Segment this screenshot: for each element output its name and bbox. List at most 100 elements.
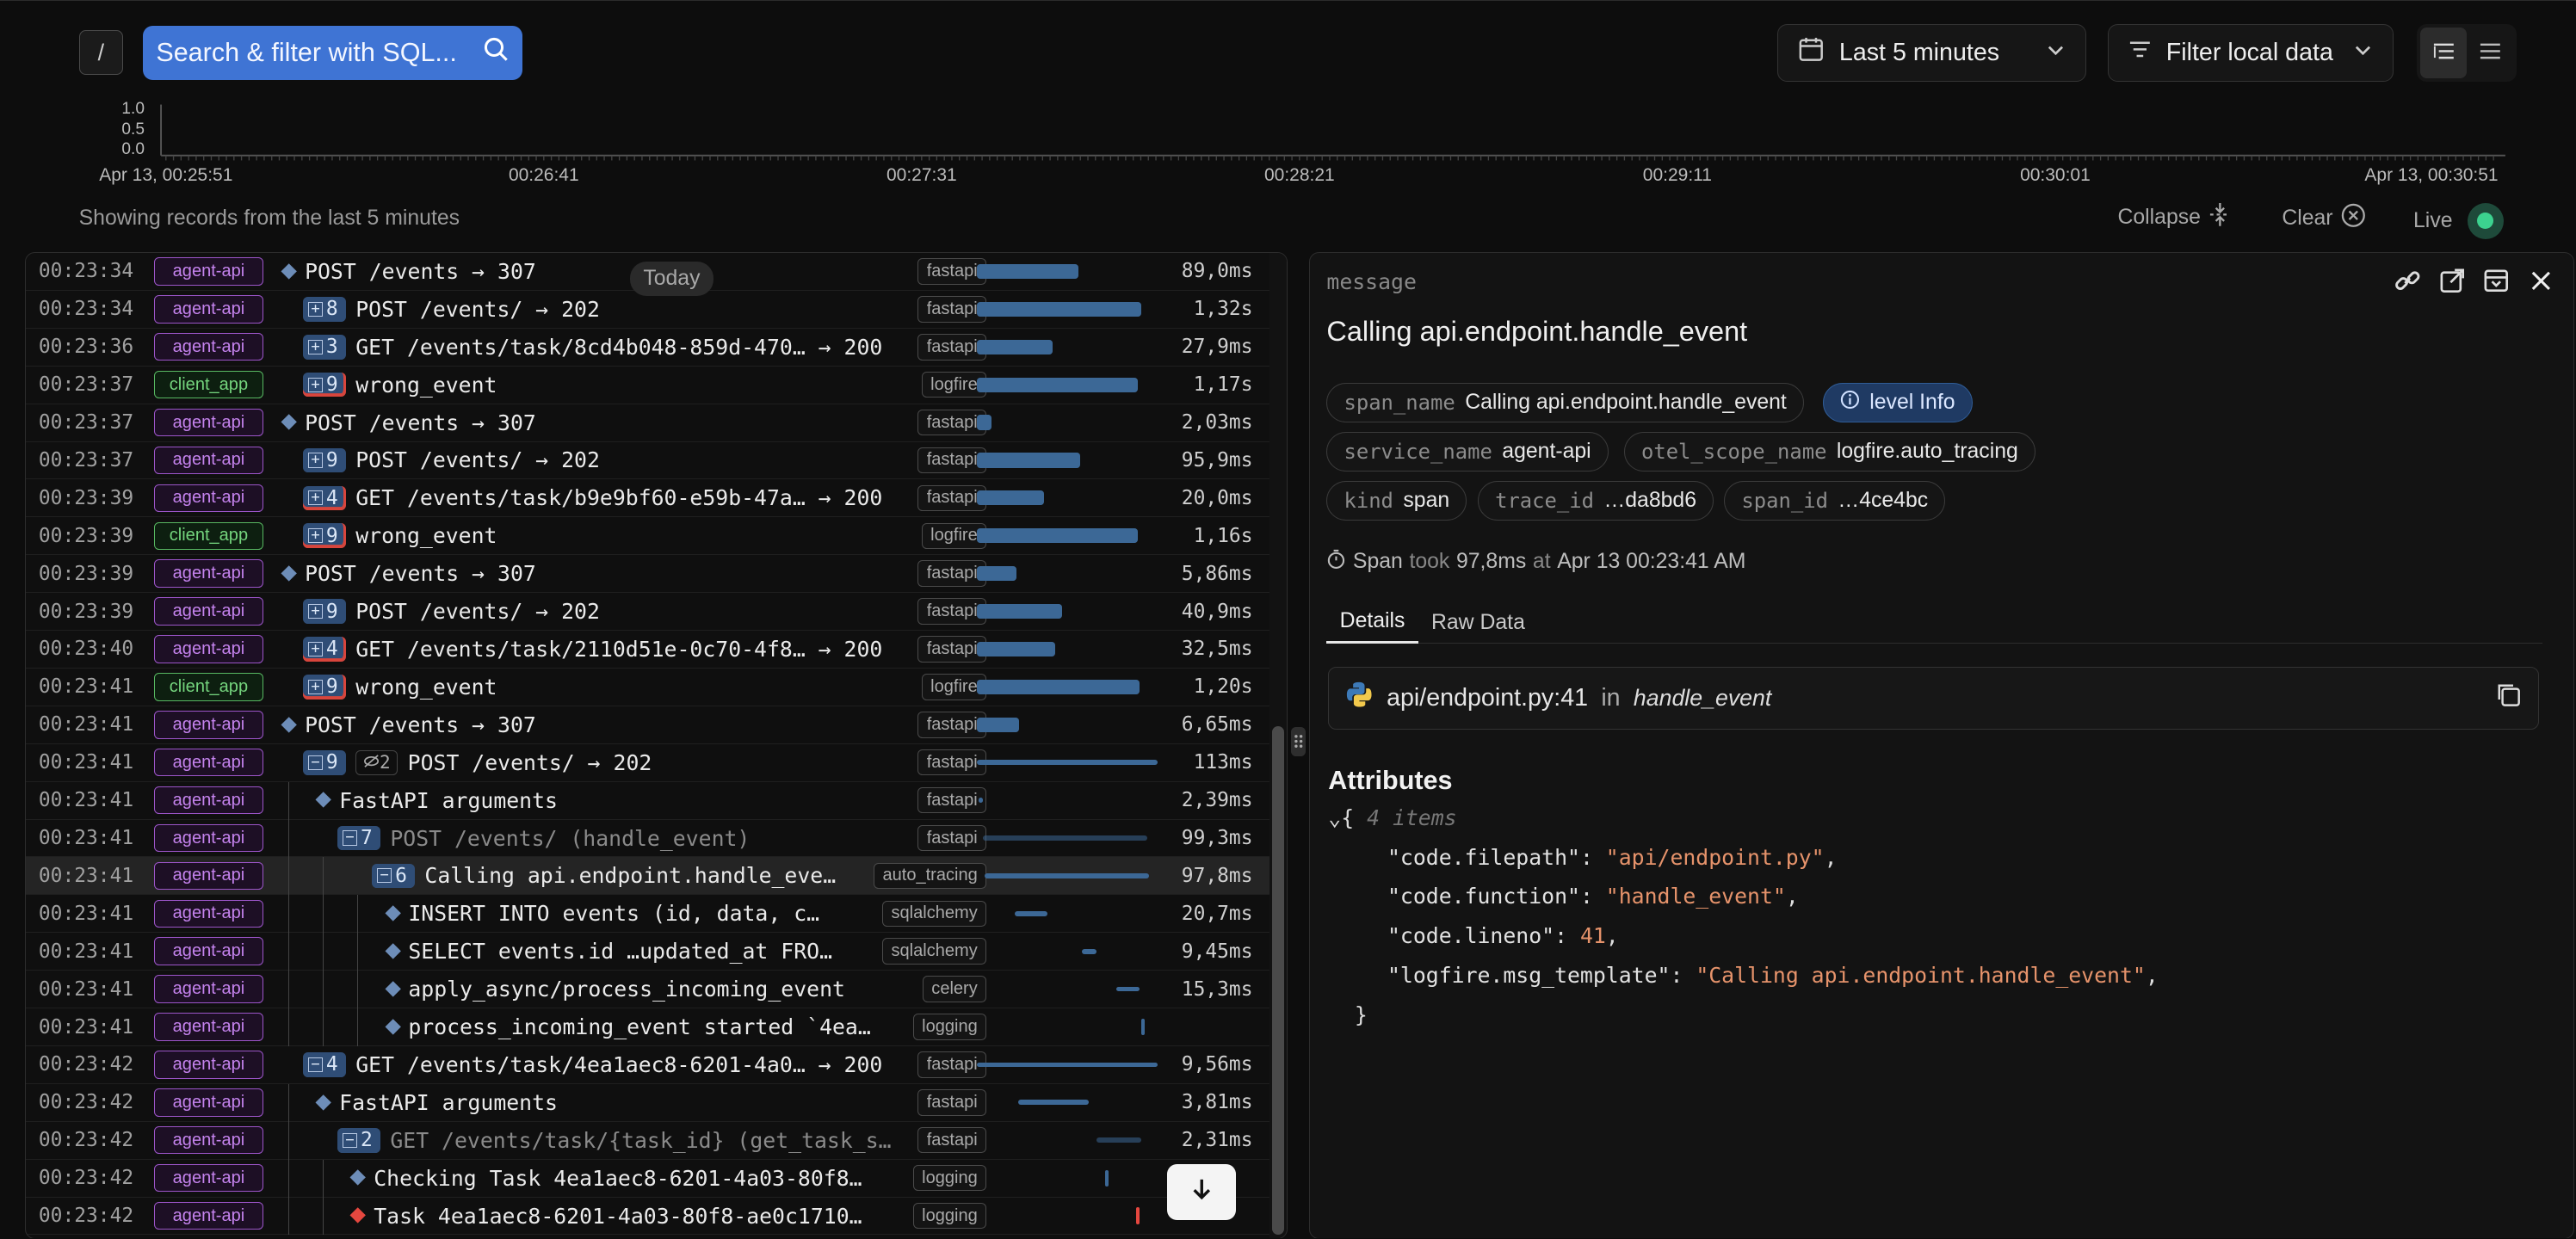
live-toggle[interactable]: Live [2413, 202, 2504, 239]
table-row[interactable]: 00:23:36 agent-api +3 GET /events/task/8cd4… [25, 329, 1269, 367]
service-badge[interactable]: agent-api [153, 975, 264, 1003]
table-row[interactable]: 00:23:39 agent-api +4 GET /events/task/b9e9… [25, 479, 1269, 518]
table-row[interactable]: 00:23:41 agent-api SELECT events.id …updat… [25, 933, 1269, 971]
service-badge[interactable]: client_app [153, 521, 264, 550]
table-row[interactable]: 00:23:41 client_app +9 wrong_event logfire 1,… [25, 669, 1269, 706]
expand-toggle[interactable]: +4 [303, 637, 346, 662]
chip-span-id[interactable]: span_id …4ce4bc [1724, 481, 1946, 521]
service-badge[interactable]: agent-api [153, 257, 264, 286]
expand-toggle[interactable]: +9 [303, 372, 346, 398]
table-row[interactable]: 00:23:37 agent-api +9 POST /events/ → 202 fa… [25, 442, 1269, 480]
search-icon[interactable] [483, 36, 510, 70]
table-row[interactable]: 00:23:41 agent-api −7 POST /events/ (handle… [25, 819, 1269, 858]
service-badge[interactable]: agent-api [153, 484, 264, 513]
table-row[interactable]: 00:23:41 agent-api apply_async/process_inc… [25, 971, 1269, 1009]
scrollbar-thumb[interactable] [1272, 725, 1284, 1236]
table-row[interactable]: 00:23:40 agent-api +4 GET /events/task/2110… [25, 631, 1269, 669]
expand-toggle[interactable]: +8 [303, 297, 346, 322]
service-badge[interactable]: agent-api [153, 1201, 264, 1230]
table-row[interactable]: 00:23:41 agent-api process_incoming_event … [25, 1008, 1269, 1046]
service-badge[interactable]: agent-api [153, 937, 264, 965]
chip-otel-scope-name[interactable]: otel_scope_name logfire.auto_tracing [1623, 432, 2035, 472]
service-badge[interactable]: agent-api [153, 711, 264, 739]
table-row[interactable]: 00:23:42 agent-api Task 4ea1aec8-6201-4a03… [25, 1197, 1269, 1236]
json-open-line[interactable]: ⌄{ 4 items [1328, 798, 2158, 838]
records-histogram[interactable]: 1.0 0.5 0.0 Apr 13, 00:25:51 00:26:41 00… [0, 96, 2576, 195]
table-row[interactable]: 00:23:41 agent-api POST /events → 307 fasta… [25, 706, 1269, 744]
chip-span-name[interactable]: span_name Calling api.endpoint.handle_eve… [1326, 382, 1804, 422]
table-row[interactable]: 00:23:41 agent-api FastAPI arguments fastap… [25, 781, 1269, 820]
expand-toggle[interactable]: +4 [303, 485, 346, 511]
copy-icon[interactable] [2495, 681, 2522, 715]
expand-toggle[interactable]: −2 [337, 1127, 380, 1153]
row-message-text: GET /events/task/{task_id} (get_task_s… [390, 1127, 892, 1153]
service-badge[interactable]: agent-api [153, 861, 264, 891]
flat-view-button[interactable] [2467, 28, 2513, 78]
expand-toggle[interactable]: +9 [303, 599, 346, 624]
filter-local-data-dropdown[interactable]: Filter local data [2107, 23, 2394, 82]
scroll-to-bottom-button[interactable] [1167, 1164, 1237, 1221]
tree-view-button[interactable] [2419, 27, 2468, 78]
search-input[interactable] [156, 37, 468, 68]
service-badge[interactable]: agent-api [153, 1051, 264, 1079]
service-badge[interactable]: client_app [153, 370, 264, 399]
records-list[interactable]: Today 00:23:34 agent-api POST /events → 30… [24, 252, 1288, 1239]
table-row[interactable]: 00:23:42 agent-api Checking Task 4ea1aec8-… [25, 1159, 1269, 1198]
expand-toggle[interactable]: +9 [303, 447, 346, 473]
service-badge[interactable]: agent-api [153, 1013, 264, 1041]
table-row[interactable]: 00:23:39 agent-api +9 POST /events/ → 202 fa… [25, 593, 1269, 632]
service-badge[interactable]: agent-api [153, 333, 264, 361]
time-range-dropdown[interactable]: Last 5 minutes [1777, 23, 2087, 82]
table-row[interactable]: 00:23:39 client_app +9 wrong_event logfire 1,… [25, 517, 1269, 556]
archive-icon[interactable] [2481, 266, 2511, 295]
service-badge[interactable]: agent-api [153, 899, 264, 928]
chip-service-name[interactable]: service_name agent-api [1326, 432, 1609, 472]
service-badge[interactable]: agent-api [153, 1163, 264, 1193]
service-badge[interactable]: agent-api [153, 559, 264, 588]
service-badge[interactable]: agent-api [153, 635, 264, 663]
table-row[interactable]: 00:23:41 agent-api −6 Calling api.endpoint.… [25, 857, 1269, 896]
clear-button[interactable]: Clear [2282, 203, 2365, 234]
expand-toggle[interactable]: +9 [303, 675, 346, 700]
tab-raw-data[interactable]: Raw Data [1418, 601, 1538, 644]
expand-toggle[interactable]: −6 [372, 863, 415, 889]
shortcut-slash-button[interactable]: / [78, 30, 124, 75]
service-badge[interactable]: agent-api [153, 748, 264, 777]
service-badge[interactable]: agent-api [153, 295, 264, 324]
table-row[interactable]: 00:23:39 agent-api POST /events → 307 fasta… [25, 555, 1269, 594]
service-badge[interactable]: agent-api [153, 786, 264, 815]
chip-trace-id[interactable]: trace_id …da8bd6 [1478, 481, 1714, 521]
table-row[interactable]: 00:23:42 agent-api −2 GET /events/task/{tas… [25, 1121, 1269, 1160]
close-icon[interactable] [2526, 266, 2555, 295]
code-location[interactable]: api/endpoint.py:41 in handle_event [1328, 667, 2540, 730]
service-badge[interactable]: agent-api [153, 408, 264, 437]
expand-toggle[interactable]: −7 [337, 825, 380, 851]
service-badge[interactable]: agent-api [153, 597, 264, 626]
service-badge[interactable]: agent-api [153, 1088, 264, 1117]
scrollbar-track[interactable] [1269, 253, 1288, 1239]
table-row[interactable]: 00:23:34 agent-api +8 POST /events/ → 202 fa… [25, 291, 1269, 329]
tab-details[interactable]: Details [1326, 601, 1418, 644]
table-row[interactable]: 00:23:41 agent-api −9 2 POST /events/ → 202 f… [25, 744, 1269, 782]
table-row[interactable]: 00:23:42 agent-api FastAPI arguments fastap… [25, 1083, 1269, 1122]
expand-toggle[interactable]: −4 [303, 1052, 346, 1077]
table-row[interactable]: 00:23:41 agent-api INSERT INTO events (id,… [25, 895, 1269, 934]
expand-toggle[interactable]: −9 [303, 749, 346, 775]
chip-level[interactable]: level Info [1822, 382, 1973, 422]
table-row[interactable]: 00:23:37 agent-api POST /events → 307 fasta… [25, 404, 1269, 442]
hidden-children-badge[interactable]: 2 [355, 749, 398, 775]
service-badge[interactable]: agent-api [153, 1126, 264, 1155]
expand-toggle[interactable]: +9 [303, 523, 346, 549]
table-row[interactable]: 00:23:37 client_app +9 wrong_event logfire 1,… [25, 367, 1269, 404]
table-row[interactable]: 00:23:42 agent-api −4 GET /events/task/4ea1… [25, 1046, 1269, 1084]
open-external-icon[interactable] [2437, 266, 2467, 295]
collapse-button[interactable]: Collapse [2117, 202, 2232, 232]
service-badge[interactable]: client_app [153, 673, 264, 701]
service-badge[interactable]: agent-api [153, 823, 264, 853]
link-icon[interactable] [2393, 266, 2422, 295]
search-box[interactable] [143, 25, 522, 80]
expand-toggle[interactable]: +3 [303, 334, 346, 360]
panel-resize-handle[interactable] [1291, 726, 1307, 757]
service-badge[interactable]: agent-api [153, 446, 264, 475]
chip-kind[interactable]: kind span [1326, 481, 1467, 521]
